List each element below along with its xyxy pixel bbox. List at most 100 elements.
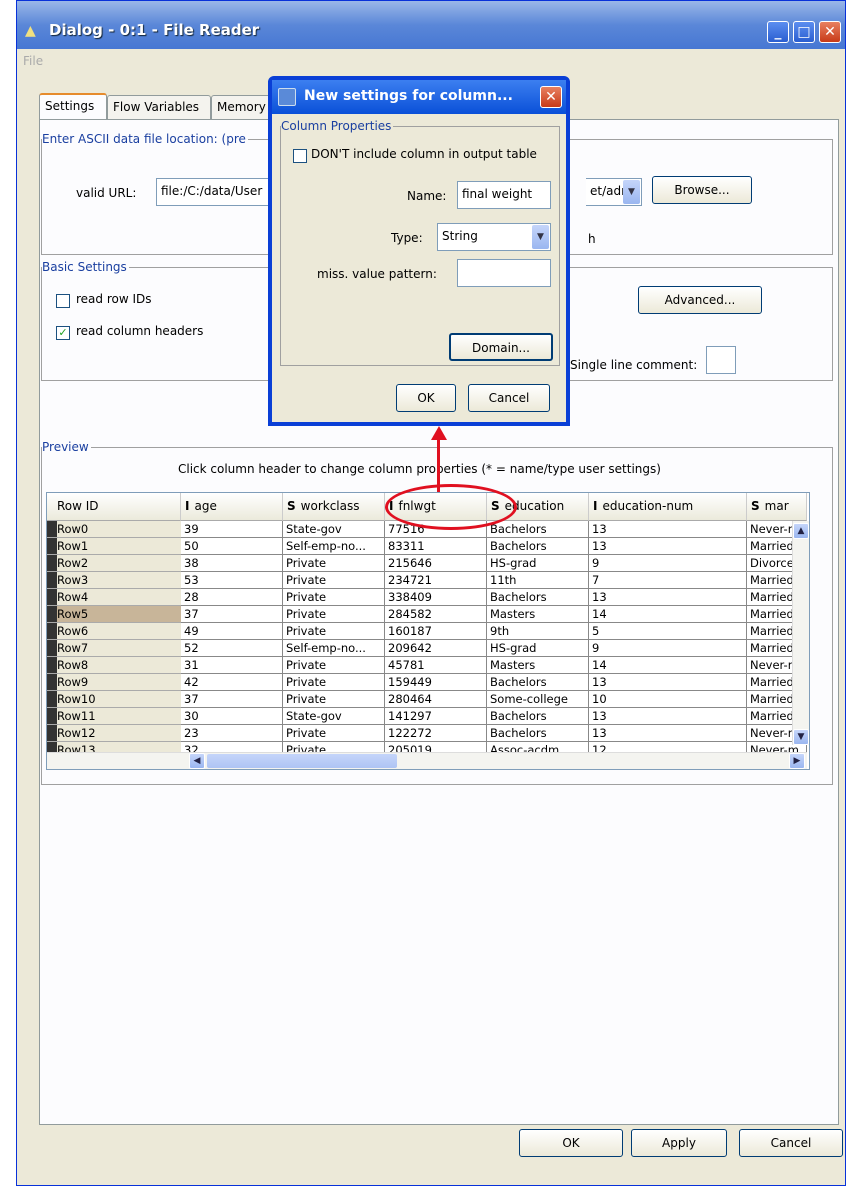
table-row[interactable]: Row1 50 Self-emp-no... 83311 Bachelors 13 Marr… (47, 538, 807, 555)
table-cell: Bachelors (487, 521, 589, 538)
table-row[interactable]: Row4 28 Private 338409 Bachelors 13 Married- (47, 589, 807, 606)
maximize-button[interactable]: □ (793, 21, 815, 43)
advanced-button[interactable]: Advanced... (638, 286, 762, 314)
table-cell: 338409 (385, 589, 487, 606)
ok-button[interactable]: OK (519, 1129, 623, 1157)
table-cell: 30 (181, 708, 283, 725)
row-id-cell: Row12 (47, 725, 181, 742)
column-header-6[interactable]: Smar (747, 493, 807, 521)
chevron-down-icon[interactable]: ▼ (623, 180, 640, 204)
read-column-headers-checkbox[interactable]: ✓ (56, 326, 70, 340)
single-line-comment-input[interactable] (706, 346, 736, 374)
table-cell: 13 (589, 674, 747, 691)
row-id-cell: Row5 (47, 606, 181, 623)
table-cell: 13 (589, 589, 747, 606)
preview-legend: Preview (42, 440, 91, 454)
window-title: Dialog - 0:1 - File Reader (49, 21, 260, 39)
table-cell: Self-emp-no... (283, 640, 385, 657)
table-row[interactable]: Row2 38 Private 215646 HS-grad 9 Divorced (47, 555, 807, 572)
single-line-comment-label: Single line comment: (570, 358, 698, 372)
column-type-icon: I (185, 499, 190, 513)
dialog-ok-button[interactable]: OK (396, 384, 456, 412)
domain-button[interactable]: Domain... (449, 333, 553, 361)
horizontal-scrollbar[interactable]: ◀ ▶ (47, 752, 807, 769)
table-cell: Self-emp-no... (283, 538, 385, 555)
table-cell: Private (283, 674, 385, 691)
menu-bar: File (17, 49, 845, 75)
minimize-button[interactable]: _ (767, 21, 789, 43)
table-cell: 9th (487, 623, 589, 640)
column-settings-dialog: New settings for column... ✕ Column Prop… (268, 76, 570, 426)
column-properties-legend: Column Properties (281, 119, 394, 133)
dialog-app-icon (278, 88, 296, 106)
scroll-down-icon[interactable]: ▼ (793, 729, 809, 745)
scroll-right-icon[interactable]: ▶ (789, 753, 805, 769)
row-id-cell: Row3 (47, 572, 181, 589)
scroll-up-icon[interactable]: ▲ (793, 523, 809, 539)
table-cell: Bachelors (487, 538, 589, 555)
chevron-down-icon[interactable]: ▼ (532, 225, 549, 249)
url-label: valid URL: (76, 186, 137, 200)
dialog-title-bar[interactable]: New settings for column... ✕ (272, 80, 566, 114)
column-header-0[interactable]: Row ID (47, 493, 181, 521)
table-cell: 122272 (385, 725, 487, 742)
table-cell: 9 (589, 555, 747, 572)
column-header-1[interactable]: Iage (181, 493, 283, 521)
column-header-5[interactable]: Ieducation-num (589, 493, 747, 521)
scroll-left-icon[interactable]: ◀ (189, 753, 205, 769)
type-select[interactable]: String ▼ (437, 223, 551, 251)
table-cell: 38 (181, 555, 283, 572)
column-header-label: Row ID (57, 499, 99, 513)
read-row-ids-checkbox[interactable] (56, 294, 70, 308)
url-input[interactable]: file:/C:/data/User (156, 178, 276, 206)
tab-settings[interactable]: Settings (39, 93, 107, 119)
table-row[interactable]: Row12 23 Private 122272 Bachelors 13 Never-m (47, 725, 807, 742)
table-cell: Bachelors (487, 708, 589, 725)
close-button[interactable]: ✕ (819, 21, 841, 43)
preview-table[interactable]: Row ID Iage Sworkclass Ifnlwgt Seducation Ied… (46, 492, 810, 770)
table-cell: 52 (181, 640, 283, 657)
browse-button[interactable]: Browse... (652, 176, 752, 204)
type-value: String (442, 229, 478, 243)
annotation-arrow-head (431, 426, 447, 440)
table-cell: Private (283, 691, 385, 708)
table-cell: 45781 (385, 657, 487, 674)
table-row[interactable]: Row9 42 Private 159449 Bachelors 13 Married- (47, 674, 807, 691)
table-cell: Bachelors (487, 589, 589, 606)
cancel-button[interactable]: Cancel (739, 1129, 843, 1157)
column-header-2[interactable]: Sworkclass (283, 493, 385, 521)
row-id-cell: Row4 (47, 589, 181, 606)
table-cell: Private (283, 555, 385, 572)
column-name-input[interactable]: final weight (457, 181, 551, 209)
type-label: Type: (391, 231, 423, 245)
dialog-close-icon[interactable]: ✕ (540, 86, 562, 108)
dialog-cancel-button[interactable]: Cancel (468, 384, 550, 412)
url-combo[interactable]: et/adı ▼ (586, 178, 642, 206)
annotation-ellipse (385, 484, 517, 530)
tab-flow-variables[interactable]: Flow Variables (107, 95, 211, 119)
table-row[interactable]: Row6 49 Private 160187 9th 5 Married- (47, 623, 807, 640)
table-row[interactable]: Row11 30 State-gov 141297 Bachelors 13 Married… (47, 708, 807, 725)
table-row[interactable]: Row3 53 Private 234721 11th 7 Married- (47, 572, 807, 589)
menu-file[interactable]: File (23, 54, 43, 68)
table-row[interactable]: Row8 31 Private 45781 Masters 14 Never-m (47, 657, 807, 674)
table-row[interactable]: Row10 37 Private 280464 Some-college 10 Marrie… (47, 691, 807, 708)
table-cell: State-gov (283, 708, 385, 725)
vertical-scrollbar[interactable]: ▲ ▼ (792, 521, 809, 745)
table-cell: 23 (181, 725, 283, 742)
exclude-column-checkbox[interactable] (293, 149, 307, 163)
table-cell: HS-grad (487, 555, 589, 572)
column-properties-group: Column Properties DON'T include column i… (280, 119, 560, 366)
table-cell: 31 (181, 657, 283, 674)
missing-value-input[interactable] (457, 259, 551, 287)
basic-settings-legend: Basic Settings (42, 260, 129, 274)
location-hint-tail: h (588, 232, 596, 246)
table-cell: Masters (487, 606, 589, 623)
column-type-icon: S (751, 499, 760, 513)
table-row[interactable]: Row7 52 Self-emp-no... 209642 HS-grad 9 Marrie… (47, 640, 807, 657)
table-row[interactable]: Row5 37 Private 284582 Masters 14 Married- (47, 606, 807, 623)
horizontal-scroll-thumb[interactable] (207, 754, 397, 768)
table-cell: State-gov (283, 521, 385, 538)
table-cell: 28 (181, 589, 283, 606)
apply-button[interactable]: Apply (631, 1129, 727, 1157)
